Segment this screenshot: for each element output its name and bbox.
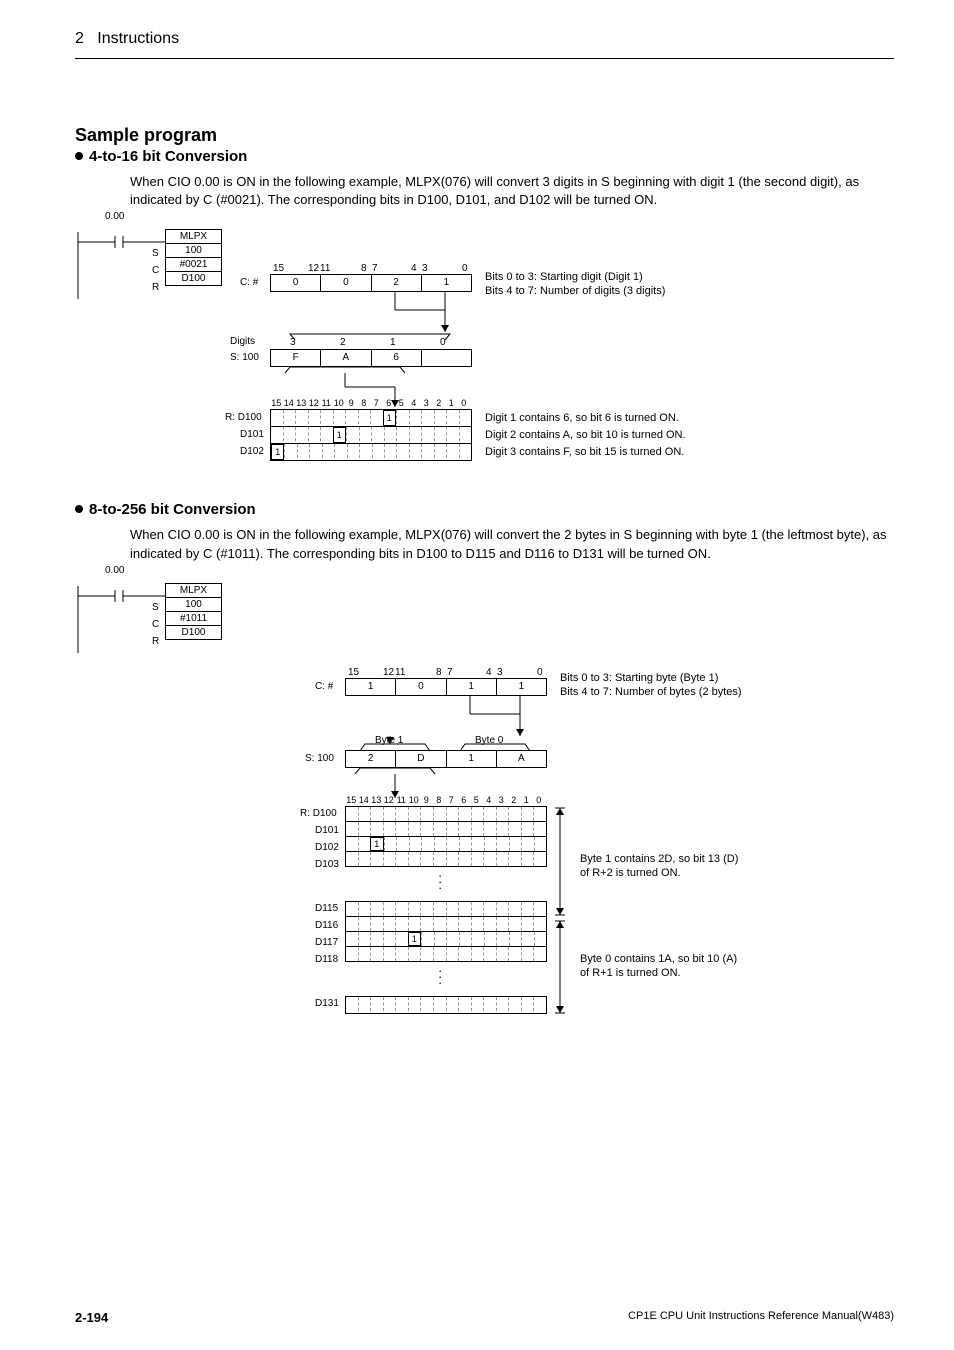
sample-program-heading: Sample program [75, 125, 894, 146]
ladder-rung-icon [70, 214, 250, 324]
arrows-c-to-s [270, 292, 530, 352]
manual-title: CP1E CPU Unit Instructions Reference Man… [628, 1310, 894, 1322]
result-grid-bot [345, 996, 547, 1014]
page-header: 2 Instructions [0, 30, 954, 58]
range-arrows-icon [550, 803, 590, 1023]
sec1-heading: 4-to-16 bit Conversion [75, 148, 894, 165]
ellipsis-icon: ··· [438, 968, 442, 986]
bullet-icon [75, 152, 83, 160]
s-value-row2: 2 D 1 A [345, 750, 547, 768]
ellipsis-icon: ··· [438, 873, 442, 891]
ladder-addr: 0.00 [105, 565, 124, 576]
chapter-title: Instructions [97, 30, 179, 47]
ladder-rung-icon [70, 568, 250, 678]
bullet-icon [75, 505, 83, 513]
page-number: 2-194 [75, 1310, 108, 1325]
ladder-instruction-box: MLPX 100 #0021 D100 [165, 229, 222, 286]
s-value-row: F A 6 [270, 349, 472, 367]
c-value-row: 0 0 2 1 [270, 274, 472, 292]
ladder-instruction-box: MLPX 100 #1011 D100 [165, 583, 222, 640]
result-grid: 1 1 1 [270, 409, 472, 461]
ladder-addr: 0.00 [105, 211, 124, 222]
sec1-paragraph: When CIO 0.00 is ON in the following exa… [130, 173, 894, 209]
c-value-row: 1 0 1 1 [345, 678, 547, 696]
result-grid-mid: 1 [345, 901, 547, 962]
header-rule [75, 58, 894, 59]
sec2-paragraph: When CIO 0.00 is ON in the following exa… [130, 526, 894, 562]
result-grid-top: 1 [345, 806, 547, 867]
sec2-heading: 8-to-256 bit Conversion [75, 501, 894, 518]
page-footer: 2-194 CP1E CPU Unit Instructions Referen… [75, 1310, 894, 1325]
chapter-num: 2 [75, 30, 84, 47]
